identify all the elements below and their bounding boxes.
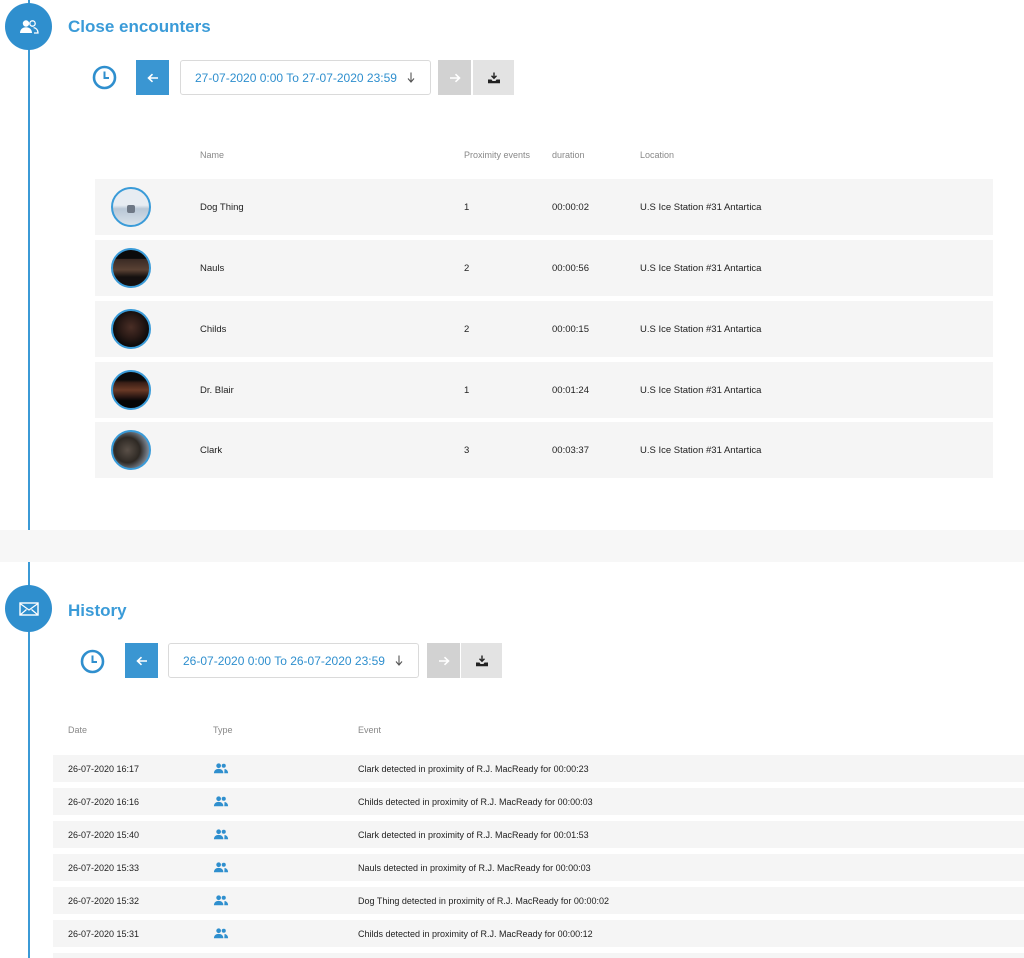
people-icon [213,928,229,939]
section-title: Close encounters [68,17,211,36]
avatar [111,370,151,410]
date-range-text: 27-07-2020 0:00 To 27-07-2020 23:59 [195,70,397,85]
download-icon [487,72,500,83]
close-encounters-section: Close encounters 27-07-2020 0:00 To 27-0… [0,0,1024,530]
arrow-left-icon [135,656,147,665]
table-row [53,953,1024,958]
next-day-button[interactable] [427,643,460,678]
date-range-picker[interactable]: 26-07-2020 0:00 To 26-07-2020 23:59 [168,643,419,678]
row-proximity: 2 [464,263,470,274]
row-name: Childs [200,324,227,335]
previous-day-button[interactable] [136,60,169,95]
clock-icon[interactable] [92,65,117,90]
row-duration: 00:03:37 [552,445,589,456]
download-icon [475,655,488,666]
row-date: 26-07-2020 16:17 [68,764,140,774]
row-duration: 00:01:24 [552,385,589,396]
row-location: U.S Ice Station #31 Antartica [640,324,762,335]
row-event: Dog Thing detected in proximity of R.J. … [358,896,609,906]
row-date: 26-07-2020 15:31 [68,929,140,939]
table-row[interactable]: Dog Thing 1 00:00:02 U.S Ice Station #31… [95,179,993,235]
row-event: Clark detected in proximity of R.J. MacR… [358,764,589,774]
row-event: Childs detected in proximity of R.J. Mac… [358,797,593,807]
date-range-text: 26-07-2020 0:00 To 26-07-2020 23:59 [183,653,385,668]
people-icon [213,895,229,906]
column-header-location[interactable]: Location [640,150,674,160]
table-row[interactable]: Clark 3 00:03:37 U.S Ice Station #31 Ant… [95,422,993,478]
column-header-duration[interactable]: duration [552,150,585,160]
table-row[interactable]: 26-07-2020 15:33 Nauls detected in proxi… [53,854,1024,881]
download-button[interactable] [473,60,514,95]
row-date: 26-07-2020 16:16 [68,797,140,807]
table-row[interactable]: Nauls 2 00:00:56 U.S Ice Station #31 Ant… [95,240,993,296]
avatar [111,187,151,227]
arrow-down-icon [395,655,403,666]
row-location: U.S Ice Station #31 Antartica [640,263,762,274]
row-proximity: 1 [464,385,470,396]
row-date: 26-07-2020 15:33 [68,863,140,873]
history-section: History 26-07-2020 0:00 To 26-07-2020 23… [0,562,1024,958]
people-icon [213,829,229,840]
row-duration: 00:00:15 [552,324,589,335]
previous-day-button[interactable] [125,643,158,678]
row-proximity: 1 [464,202,470,213]
column-header-name[interactable]: Name [200,150,224,160]
avatar [111,309,151,349]
section-title: History [68,601,127,620]
date-range-picker[interactable]: 27-07-2020 0:00 To 27-07-2020 23:59 [180,60,431,95]
arrow-left-icon [146,73,158,82]
row-location: U.S Ice Station #31 Antartica [640,202,762,213]
arrow-right-icon [438,656,450,665]
avatar [111,430,151,470]
row-date: 26-07-2020 15:40 [68,830,140,840]
column-header-date[interactable]: Date [68,725,87,735]
row-location: U.S Ice Station #31 Antartica [640,385,762,396]
people-icon [5,3,52,50]
row-date: 26-07-2020 15:32 [68,896,140,906]
row-name: Nauls [200,263,225,274]
row-event: Clark detected in proximity of R.J. MacR… [358,830,589,840]
clock-icon[interactable] [80,649,105,674]
column-header-proximity[interactable]: Proximity events [464,150,530,160]
envelope-icon [5,585,52,632]
row-proximity: 2 [464,324,470,335]
table-row[interactable]: Dr. Blair 1 00:01:24 U.S Ice Station #31… [95,362,993,418]
people-icon [213,763,229,774]
arrow-right-icon [449,73,461,82]
arrow-down-icon [407,72,415,83]
row-name: Dog Thing [200,202,244,213]
people-icon [213,862,229,873]
table-row[interactable]: Childs 2 00:00:15 U.S Ice Station #31 An… [95,301,993,357]
avatar [111,248,151,288]
table-row[interactable]: 26-07-2020 16:16 Childs detected in prox… [53,788,1024,815]
row-event: Childs detected in proximity of R.J. Mac… [358,929,593,939]
row-duration: 00:00:02 [552,202,589,213]
row-duration: 00:00:56 [552,263,589,274]
table-row[interactable]: 26-07-2020 15:32 Dog Thing detected in p… [53,887,1024,914]
table-row[interactable]: 26-07-2020 15:40 Clark detected in proxi… [53,821,1024,848]
table-row[interactable]: 26-07-2020 15:31 Childs detected in prox… [53,920,1024,947]
row-location: U.S Ice Station #31 Antartica [640,445,762,456]
row-event: Nauls detected in proximity of R.J. MacR… [358,863,591,873]
row-name: Dr. Blair [200,385,234,396]
column-header-type[interactable]: Type [213,725,233,735]
column-header-event[interactable]: Event [358,725,381,735]
people-icon [213,796,229,807]
row-name: Clark [200,445,223,456]
timeline-line [28,0,30,530]
row-proximity: 3 [464,445,470,456]
next-day-button[interactable] [438,60,471,95]
download-button[interactable] [461,643,502,678]
table-row[interactable]: 26-07-2020 16:17 Clark detected in proxi… [53,755,1024,782]
